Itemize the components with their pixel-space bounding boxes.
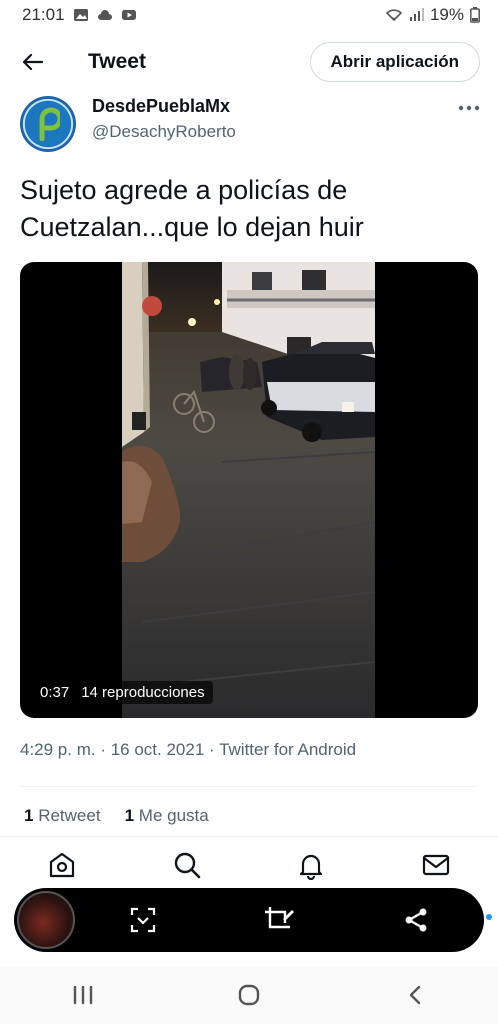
- bottom-tab-bar: [0, 836, 498, 892]
- back-chevron-icon: [409, 985, 421, 1005]
- open-app-button[interactable]: Abrir aplicación: [309, 42, 480, 82]
- more-dots-icon: [458, 105, 480, 111]
- battery-percent: 19%: [429, 5, 464, 24]
- tab-home[interactable]: [42, 845, 82, 885]
- tweet-author: DesdePueblaMx @DesachyRoberto: [20, 96, 480, 158]
- top-bar: Tweet Abrir aplicación: [0, 34, 498, 90]
- home-circle-icon: [238, 984, 260, 1006]
- retweet-count: 1: [24, 806, 34, 825]
- scan-button[interactable]: [75, 906, 211, 934]
- back-arrow-icon: [22, 53, 43, 71]
- video-duration: 0:37: [40, 684, 70, 701]
- tweet-text: Sujeto agrede a policías de Cuetzalan...…: [20, 175, 364, 242]
- tab-notifications[interactable]: [291, 845, 331, 885]
- screenshot-toolbar: [14, 888, 492, 952]
- like-stat[interactable]: 1 Me gusta: [125, 806, 209, 826]
- author-names: DesdePueblaMx @DesachyRoberto: [92, 96, 236, 158]
- notifications-icon: [300, 854, 323, 880]
- more-options-button[interactable]: [458, 98, 480, 158]
- battery-icon: [470, 7, 480, 23]
- page-title: Tweet: [88, 50, 146, 73]
- crop-edit-button[interactable]: [211, 905, 347, 935]
- wifi-icon: [385, 9, 402, 22]
- recents-button[interactable]: [63, 975, 103, 1015]
- status-bar: 21:01 19%: [0, 0, 498, 30]
- video-player[interactable]: 0:37 14 reproducciones: [20, 262, 478, 718]
- user-handle[interactable]: @DesachyRoberto: [92, 122, 236, 142]
- divider: [20, 786, 478, 787]
- video-meta: 0:37 14 reproducciones: [32, 681, 213, 704]
- video-views: 14 reproducciones: [81, 684, 205, 701]
- tweet-timestamp: 4:29 p. m. · 16 oct. 2021 · Twitter for …: [20, 740, 357, 759]
- avatar[interactable]: [20, 96, 76, 152]
- youtube-icon: [121, 10, 136, 20]
- gallery-icon: [73, 9, 88, 21]
- share-button[interactable]: [348, 906, 484, 934]
- like-label: Me gusta: [138, 806, 209, 825]
- messages-icon: [422, 854, 449, 875]
- status-right: 19%: [385, 5, 480, 25]
- like-count: 1: [124, 806, 135, 825]
- cloud-icon: [97, 10, 112, 20]
- indicator-dot: [486, 914, 492, 920]
- share-icon: [405, 908, 427, 932]
- status-time: 21:01: [22, 5, 65, 24]
- home-icon: [50, 852, 75, 877]
- search-icon: [174, 852, 201, 878]
- crop-edit-icon: [265, 907, 295, 929]
- video-frame: [122, 262, 375, 718]
- retweet-stat[interactable]: 1 Retweet: [24, 806, 101, 826]
- screenshot-thumbnail[interactable]: [17, 891, 75, 949]
- retweet-label: Retweet: [38, 806, 101, 825]
- avatar-logo-icon: [39, 107, 60, 141]
- home-nav-button[interactable]: [229, 975, 269, 1015]
- tab-messages[interactable]: [416, 845, 456, 885]
- scan-icon: [131, 907, 156, 933]
- status-left: 21:01: [22, 5, 137, 25]
- recents-icon: [73, 985, 93, 1005]
- back-button[interactable]: [18, 48, 46, 76]
- system-nav-bar: [0, 966, 498, 1024]
- signal-icon: [409, 8, 424, 21]
- tab-search[interactable]: [167, 845, 207, 885]
- back-nav-button[interactable]: [395, 975, 435, 1015]
- display-name[interactable]: DesdePueblaMx: [92, 96, 236, 117]
- tweet-stats: 1 Retweet 1 Me gusta: [24, 806, 209, 826]
